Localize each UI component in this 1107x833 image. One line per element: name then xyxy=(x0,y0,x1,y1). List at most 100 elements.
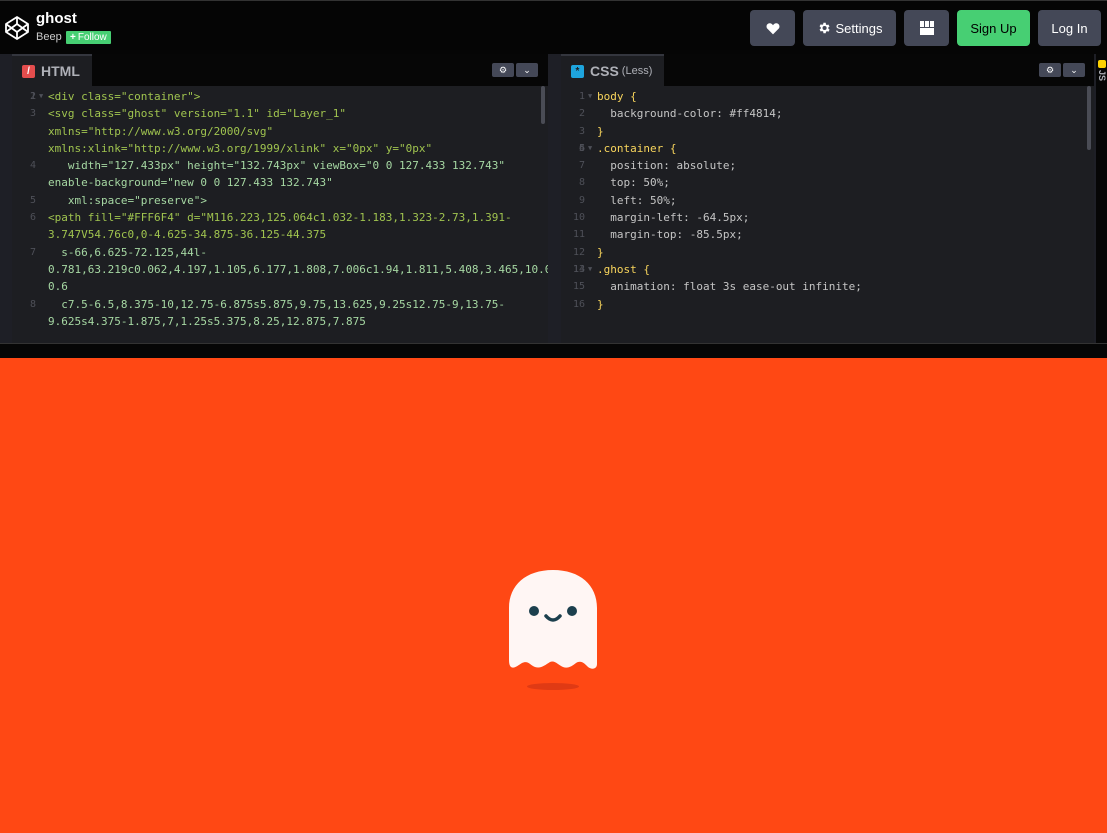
html-collapse-button[interactable]: ⌄ xyxy=(516,63,538,77)
heart-icon xyxy=(766,22,779,34)
gear-icon: ⚙ xyxy=(1045,64,1055,75)
code-line[interactable]: 8 top: 50%; xyxy=(561,174,1094,191)
code-line[interactable]: 4 width="127.433px" height="132.743px" v… xyxy=(12,157,548,192)
code-line[interactable]: 2 ▼ <div class="container"> xyxy=(12,88,548,105)
line-number: 1 xyxy=(578,91,585,102)
css-lang-icon: * xyxy=(571,64,584,78)
code-text: <svg class="ghost" version="1.1" id="Lay… xyxy=(48,107,433,155)
code-text: c7.5-6.5,8.375-10,12.75-6.875s5.875,9.75… xyxy=(48,297,505,328)
code-text: } xyxy=(597,124,604,138)
html-editor-pane: / HTML ⚙ ⌄ 1 2 ▼ <div class="container"> 3 <s… xyxy=(12,54,548,343)
css-tab-bar: * CSS (Less) ⚙ ⌄ xyxy=(561,54,1094,86)
code-line[interactable]: 6 ▼ .container { xyxy=(561,140,1094,157)
line-number: 3 xyxy=(578,125,585,137)
line-number: 11 xyxy=(572,229,585,241)
settings-button[interactable]: Settings xyxy=(803,10,896,46)
html-settings-button[interactable]: ⚙ xyxy=(492,63,514,77)
sign-up-button[interactable]: Sign Up xyxy=(957,10,1030,46)
code-line[interactable]: 11 margin-top: -85.5px; xyxy=(561,226,1094,243)
css-collapse-button[interactable]: ⌄ xyxy=(1063,63,1085,77)
html-scrollbar[interactable] xyxy=(541,86,545,124)
top-bar: ghost Beep + Follow Settings Sign Up Log … xyxy=(0,0,1107,54)
code-line[interactable]: 10 margin-left: -64.5px; xyxy=(561,209,1094,226)
fold-arrow-icon[interactable]: ▼ xyxy=(588,88,592,105)
ghost-eye-right xyxy=(567,606,577,616)
line-number: 2 xyxy=(29,91,36,102)
line-number: 10 xyxy=(572,212,585,224)
code-text: left: 50%; xyxy=(597,193,677,207)
css-code-editor[interactable]: 1 ▼ body {2 background-color: #ff4814; 3} 4 5… xyxy=(561,86,1094,343)
line-number: 3 xyxy=(29,108,36,120)
fold-arrow-icon[interactable]: ▼ xyxy=(588,140,592,157)
line-number: 12 xyxy=(572,246,585,258)
gear-icon: ⚙ xyxy=(498,64,508,75)
js-lang-icon xyxy=(1098,60,1106,68)
html-lang-icon: / xyxy=(22,64,35,78)
css-scrollbar[interactable] xyxy=(1087,86,1091,150)
plus-icon: + xyxy=(70,32,76,43)
code-text: margin-top: -85.5px; xyxy=(597,228,743,242)
follow-label: Follow xyxy=(77,32,107,43)
css-settings-button[interactable]: ⚙ xyxy=(1039,63,1061,77)
line-number: 15 xyxy=(572,281,585,293)
codepen-logo-icon[interactable] xyxy=(4,15,30,41)
code-text: body { xyxy=(597,90,637,103)
settings-label: Settings xyxy=(835,20,883,36)
line-number: 6 xyxy=(578,142,585,154)
author-name[interactable]: Beep xyxy=(36,31,62,43)
html-code-editor[interactable]: 1 2 ▼ <div class="container"> 3 <svg class="g… xyxy=(12,86,548,343)
code-line[interactable]: 7 s-66,6.625-72.125,44l-0.781,63.219c0.0… xyxy=(12,244,548,296)
line-number: 8 xyxy=(29,298,36,310)
line-number: 16 xyxy=(572,298,585,310)
chevron-down-icon: ⌄ xyxy=(1070,64,1078,75)
line-number: 5 xyxy=(29,194,36,206)
gear-icon xyxy=(819,22,830,34)
css-tab-tools: ⚙ ⌄ xyxy=(1039,63,1085,77)
code-text: margin-left: -64.5px; xyxy=(597,211,750,225)
line-number: 8 xyxy=(578,177,585,189)
chevron-down-icon: ⌄ xyxy=(523,64,531,75)
code-line[interactable]: 3} xyxy=(561,123,1094,140)
code-line[interactable]: 15 animation: float 3s ease-out infinite… xyxy=(561,278,1094,295)
code-text: } xyxy=(597,297,604,311)
layout-grid-icon xyxy=(919,21,934,35)
pen-title[interactable]: ghost xyxy=(36,10,77,27)
code-line[interactable]: 12} xyxy=(561,244,1094,261)
code-line[interactable]: 2 background-color: #ff4814; xyxy=(561,105,1094,122)
code-text: <path fill="#FFF6F4" d="M116.223,125.064… xyxy=(48,211,512,242)
css-tab-label: CSS xyxy=(590,63,619,79)
code-line[interactable]: 7 position: absolute; xyxy=(561,157,1094,174)
ghost-shadow xyxy=(527,683,579,690)
line-number: 4 xyxy=(29,160,36,172)
code-text: <div class="container"> xyxy=(48,90,201,103)
code-line[interactable]: 6 <path fill="#FFF6F4" d="M116.223,125.06… xyxy=(12,209,548,244)
code-text: xml:space="preserve"> xyxy=(48,193,207,207)
js-editor-collapsed[interactable]: JS xyxy=(1096,54,1107,343)
code-line[interactable]: 3 <svg class="ghost" version="1.1" id="La… xyxy=(12,105,548,157)
code-line[interactable]: 9 left: 50%; xyxy=(561,192,1094,209)
tab-html[interactable]: / HTML xyxy=(12,54,92,86)
line-number: 7 xyxy=(578,160,585,172)
ghost-illustration xyxy=(509,570,597,669)
editor-resize-handle[interactable] xyxy=(0,343,1107,358)
fold-arrow-icon[interactable]: ▼ xyxy=(39,88,43,105)
code-line[interactable]: 16} xyxy=(561,296,1094,313)
follow-button[interactable]: + Follow xyxy=(66,31,111,44)
line-number: 7 xyxy=(29,246,36,258)
html-tab-label: HTML xyxy=(41,63,80,79)
code-line[interactable]: 5 xml:space="preserve"> xyxy=(12,192,548,209)
code-line[interactable]: 8 c7.5-6.5,8.375-10,12.75-6.875s5.875,9.… xyxy=(12,296,548,331)
log-in-button[interactable]: Log In xyxy=(1038,10,1101,46)
code-text: } xyxy=(597,245,604,259)
code-line[interactable]: 1 ▼ body { xyxy=(561,88,1094,105)
change-view-button[interactable] xyxy=(904,10,949,46)
code-text: width="127.433px" height="132.743px" vie… xyxy=(48,159,512,190)
code-text: .ghost { xyxy=(597,262,650,276)
code-text: .container { xyxy=(597,141,677,155)
love-button[interactable] xyxy=(750,10,795,46)
html-tab-tools: ⚙ ⌄ xyxy=(492,63,538,77)
tab-css[interactable]: * CSS (Less) xyxy=(561,54,665,86)
css-preprocessor-label: (Less) xyxy=(621,65,653,77)
code-line[interactable]: 14 .ghost { xyxy=(561,261,1094,278)
editor-area: / HTML ⚙ ⌄ 1 2 ▼ <div class="container"> 3 <s… xyxy=(0,54,1107,343)
